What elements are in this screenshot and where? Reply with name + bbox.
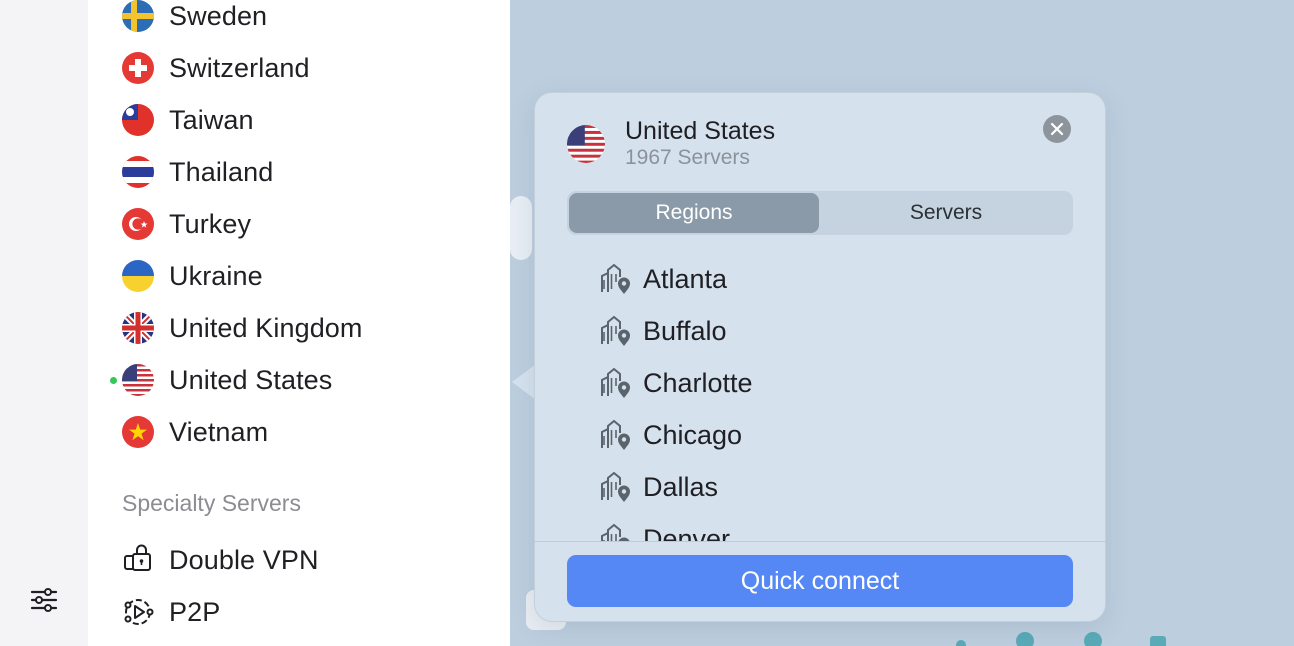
region-name: Atlanta: [643, 263, 728, 294]
regions-servers-segmented-control: Regions Servers: [567, 191, 1073, 235]
country-name: Taiwan: [169, 104, 254, 135]
region-name: Charlotte: [643, 367, 753, 398]
country-list: Sweden Switzerland Taiwan Thailand Turke…: [88, 0, 510, 646]
country-item-taiwan[interactable]: Taiwan: [122, 100, 502, 140]
specialty-servers-heading: Specialty Servers: [122, 490, 301, 516]
country-name: Sweden: [169, 0, 268, 31]
double-vpn-lock-icon: [122, 544, 154, 576]
country-name: United States: [169, 364, 333, 395]
region-name: Buffalo: [643, 315, 727, 346]
region-list: Atlanta Buffalo Charlotte Chicago Dallas…: [535, 253, 1105, 541]
p2p-icon: [122, 596, 154, 628]
city-pin-icon: [601, 471, 630, 502]
country-name: Turkey: [169, 208, 252, 239]
flag-thailand-icon: [122, 156, 154, 188]
country-name: Switzerland: [169, 52, 310, 83]
map-landmass: [510, 196, 532, 260]
flag-switzerland-icon: [122, 52, 154, 84]
sidebar-rail: [0, 0, 88, 646]
country-item-united-states[interactable]: United States: [110, 360, 502, 400]
country-popover: United States 1967 Servers Regions Serve…: [534, 92, 1106, 622]
tab-regions[interactable]: Regions: [569, 193, 819, 233]
country-item-vietnam[interactable]: Vietnam: [122, 412, 502, 452]
map-server-pin[interactable]: [1084, 632, 1102, 646]
map-server-pin[interactable]: [956, 640, 966, 646]
flag-vietnam-icon: [122, 416, 154, 448]
country-item-switzerland[interactable]: Switzerland: [122, 48, 502, 88]
divider: [535, 541, 1105, 542]
flag-ukraine-icon: [122, 260, 154, 292]
city-pin-icon: [601, 419, 630, 450]
flag-turkey-icon: [122, 208, 154, 240]
popover-country-title: United States: [625, 117, 776, 145]
region-item-chicago[interactable]: Chicago: [599, 415, 742, 455]
region-name: Dallas: [643, 471, 719, 502]
server-count: 1967 Servers: [625, 146, 750, 169]
flag-sweden-icon: [122, 0, 154, 32]
map-server-pin[interactable]: [1016, 632, 1034, 646]
flag-us-icon: [567, 125, 605, 163]
region-item-dallas[interactable]: Dallas: [599, 467, 718, 507]
city-pin-icon: [601, 367, 630, 398]
country-item-united-kingdom[interactable]: United Kingdom: [122, 308, 502, 348]
region-item-denver[interactable]: Denver: [599, 519, 730, 541]
country-name: United Kingdom: [169, 312, 363, 343]
region-item-atlanta[interactable]: Atlanta: [599, 259, 727, 299]
flag-us-icon: [122, 364, 154, 396]
region-name: Chicago: [643, 419, 743, 450]
city-pin-icon: [601, 523, 630, 541]
country-item-turkey[interactable]: Turkey: [122, 204, 502, 244]
flag-taiwan-icon: [122, 104, 154, 136]
quick-connect-button[interactable]: Quick connect: [567, 555, 1073, 607]
connected-indicator: [110, 377, 117, 384]
close-button[interactable]: [1043, 115, 1071, 143]
city-pin-icon: [601, 263, 630, 294]
city-pin-icon: [601, 315, 630, 346]
map-server-pin[interactable]: [1150, 636, 1166, 646]
tab-servers[interactable]: Servers: [821, 193, 1071, 233]
country-item-ukraine[interactable]: Ukraine: [122, 256, 502, 296]
country-item-thailand[interactable]: Thailand: [122, 152, 502, 192]
close-icon: [1050, 122, 1064, 136]
region-item-buffalo[interactable]: Buffalo: [599, 311, 727, 351]
country-name: Thailand: [169, 156, 274, 187]
region-name: Denver: [643, 523, 731, 542]
settings-sliders-icon[interactable]: [28, 584, 60, 616]
specialty-item-p2p[interactable]: P2P: [122, 592, 220, 632]
specialty-name: P2P: [169, 596, 221, 627]
popover-arrow: [512, 364, 536, 400]
country-name: Vietnam: [169, 416, 269, 447]
specialty-name: Double VPN: [169, 544, 319, 575]
country-item-sweden[interactable]: Sweden: [122, 0, 502, 36]
region-item-charlotte[interactable]: Charlotte: [599, 363, 753, 403]
flag-uk-icon: [122, 312, 154, 344]
specialty-item-double-vpn[interactable]: Double VPN: [122, 540, 319, 580]
country-name: Ukraine: [169, 260, 263, 291]
